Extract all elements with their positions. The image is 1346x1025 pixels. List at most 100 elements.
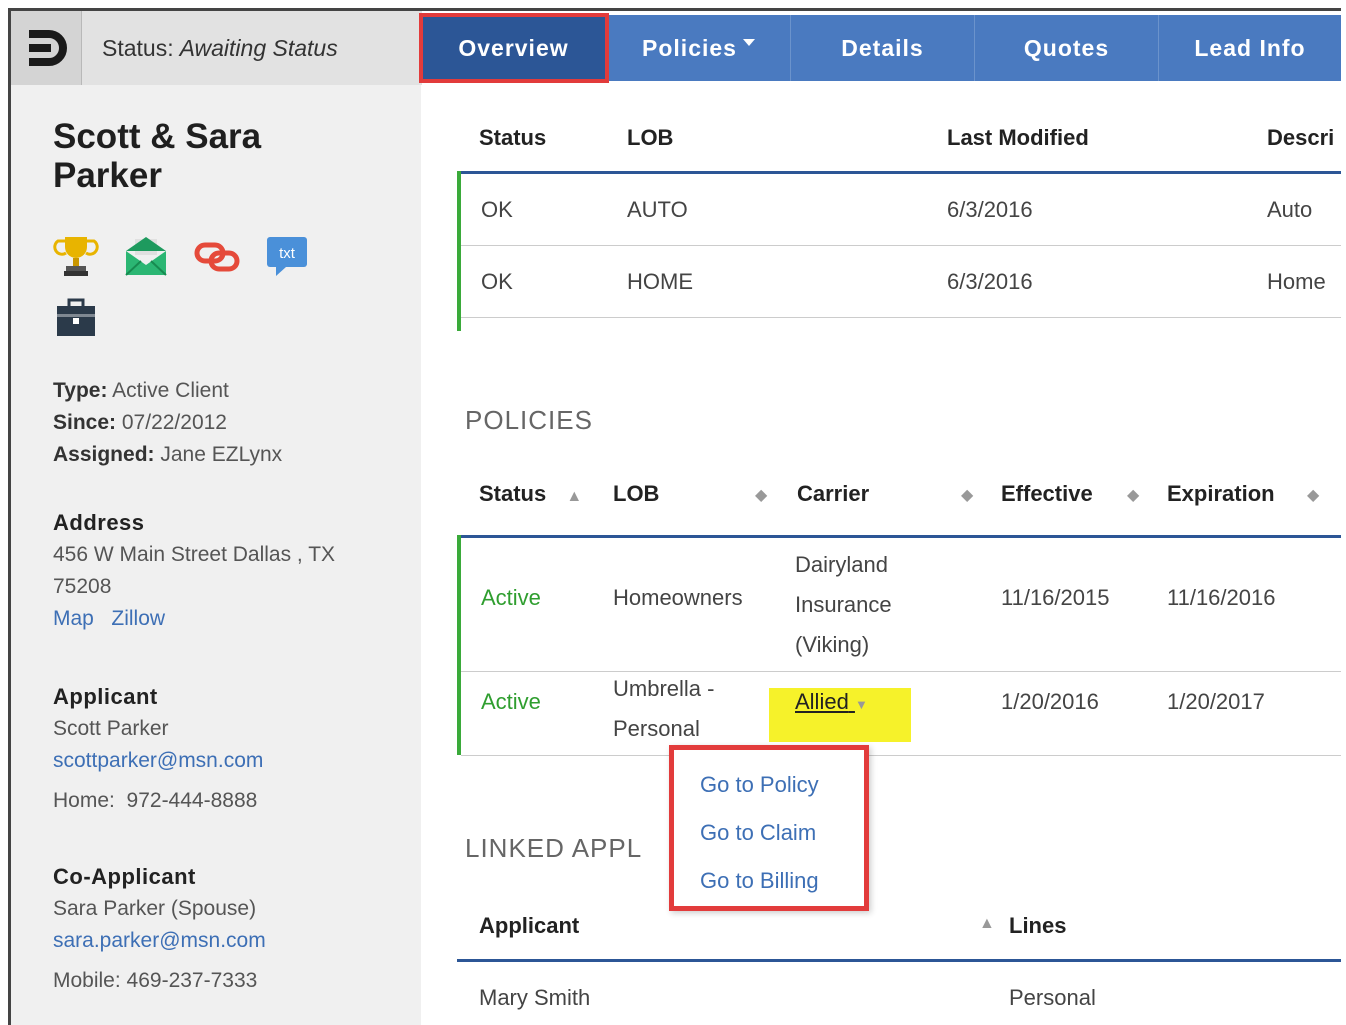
client-sidebar: Scott & Sara Parker txt Type: Active Cli…	[11, 85, 421, 1025]
sort-asc-icon: ▲	[566, 488, 583, 505]
menu-item-go-to-billing[interactable]: Go to Billing	[700, 868, 819, 894]
policies-effective-header-label: Effective	[1001, 481, 1093, 506]
table-cell: OK	[481, 197, 513, 222]
briefcase-icon[interactable]	[53, 294, 99, 340]
carrier-line: Insurance	[795, 592, 892, 617]
policy-status: Active	[481, 585, 541, 610]
top-bar: Status: Awaiting Status Overview Policie…	[11, 11, 1341, 85]
row-indicator	[457, 171, 461, 331]
assigned-value: Jane EZLynx	[160, 443, 283, 466]
trophy-icon[interactable]	[53, 233, 99, 279]
carrier-line: (Viking)	[795, 632, 870, 657]
carrier-line: Dairyland	[795, 552, 888, 577]
sort-icon[interactable]: ◆	[1307, 485, 1319, 505]
table-cell: Auto	[1267, 197, 1313, 222]
carrier-action-menu: Go to Policy Go to Claim Go to Billing	[669, 745, 869, 911]
linked-lines-header[interactable]: Lines	[1009, 913, 1066, 939]
carrier-dropdown-allied[interactable]: Allied ▼	[795, 689, 868, 715]
app-frame: Status: Awaiting Status Overview Policie…	[8, 8, 1341, 1025]
coapplicant-phone-label: Mobile:	[53, 969, 121, 992]
txt-icon[interactable]: txt	[264, 233, 310, 279]
policies-expiration-header-label: Expiration	[1167, 481, 1275, 506]
since-label: Since:	[53, 411, 117, 434]
type-label: Type:	[53, 379, 108, 402]
sort-icon[interactable]: ◆	[755, 485, 767, 505]
type-value: Active Client	[112, 379, 229, 402]
back-arrow-icon	[29, 30, 67, 66]
policies-status-header[interactable]: Status ▲	[479, 481, 582, 507]
tab-lead-info[interactable]: Lead Info	[1159, 15, 1341, 81]
link-icon[interactable]	[194, 233, 240, 279]
policies-carrier-header-label: Carrier	[797, 481, 870, 506]
address-line1: 456 W Main Street Dallas , TX	[53, 543, 336, 566]
client-action-icons: txt	[53, 233, 333, 355]
applicant-phone-label: Home:	[53, 789, 115, 812]
txt-icon-label: txt	[279, 245, 296, 262]
lob-line: Umbrella -	[613, 676, 715, 701]
policies-effective-header[interactable]: Effective	[1001, 481, 1093, 507]
lob-line: Personal	[613, 716, 700, 741]
policy-lob: Umbrella - Personal	[613, 669, 714, 749]
coapplicant-name: Sara Parker (Spouse)	[53, 897, 257, 920]
last-modified-col-header[interactable]: Last Modified	[947, 125, 1089, 151]
tab-policies[interactable]: Policies	[607, 15, 791, 81]
policies-carrier-header[interactable]: Carrier	[797, 481, 869, 507]
back-button[interactable]	[11, 11, 82, 85]
client-meta: Type: Active Client Since: 07/22/2012 As…	[53, 375, 282, 471]
applicant-email-link[interactable]: scottparker@msn.com	[53, 745, 263, 777]
row-divider	[461, 671, 1341, 672]
row-divider	[461, 317, 1341, 318]
table-cell: Home	[1267, 269, 1326, 294]
linked-lines-value: Personal	[1009, 985, 1096, 1010]
sort-icon[interactable]: ◆	[961, 485, 973, 505]
map-link[interactable]: Map	[53, 607, 94, 630]
row-divider	[461, 245, 1341, 246]
applicant-phone: 972-444-8888	[126, 789, 258, 812]
zillow-link[interactable]: Zillow	[111, 607, 165, 630]
main-content: Status LOB Last Modified Descri OK AUTO …	[421, 85, 1341, 1025]
tab-quotes[interactable]: Quotes	[975, 15, 1159, 81]
table-cell: AUTO	[627, 197, 688, 222]
carrier-link-dairyland[interactable]: Dairyland Insurance (Viking)	[795, 545, 892, 665]
coapplicant-heading: Co-Applicant	[53, 864, 196, 889]
table-cell: OK	[481, 269, 513, 294]
linked-applicant-link[interactable]: Mary Smith	[479, 985, 590, 1011]
caret-down-icon	[742, 38, 755, 46]
header-divider	[457, 171, 1341, 174]
client-name-line2: Parker	[53, 156, 162, 195]
description-col-header[interactable]: Descri	[1267, 125, 1334, 151]
tab-details[interactable]: Details	[791, 15, 975, 81]
tab-details-label: Details	[841, 34, 924, 61]
coapplicant-email-link[interactable]: sara.parker@msn.com	[53, 925, 266, 957]
coapplicant-section: Co-Applicant Sara Parker (Spouse) sara.p…	[53, 861, 266, 997]
policy-expiration: 11/16/2016	[1167, 585, 1276, 610]
assigned-label: Assigned:	[53, 443, 155, 466]
applicant-section: Applicant Scott Parker scottparker@msn.c…	[53, 681, 263, 817]
tab-overview[interactable]: Overview	[419, 13, 609, 83]
tab-overview-label: Overview	[458, 34, 569, 61]
policy-effective: 11/16/2015	[1001, 585, 1110, 610]
policies-lob-header-label: LOB	[613, 481, 660, 506]
table-cell: 6/3/2016	[947, 269, 1033, 294]
carrier-allied-label: Allied	[795, 689, 849, 714]
status-col-header[interactable]: Status	[479, 125, 546, 151]
mail-icon[interactable]	[123, 233, 169, 279]
policies-section-title: POLICIES	[465, 405, 593, 435]
sort-asc-icon[interactable]: ▲	[979, 915, 995, 933]
policy-status: Active	[481, 689, 541, 714]
applicant-name: Scott Parker	[53, 717, 169, 740]
policies-lob-header[interactable]: LOB	[613, 481, 659, 507]
sort-icon[interactable]: ◆	[1127, 485, 1139, 505]
menu-item-go-to-claim[interactable]: Go to Claim	[700, 820, 816, 846]
status-label: Status:	[102, 34, 174, 61]
header-divider	[457, 959, 1341, 962]
client-name-line1: Scott & Sara	[53, 117, 262, 156]
policy-lob: Homeowners	[613, 585, 743, 610]
address-heading: Address	[53, 510, 145, 535]
linked-applicant-header[interactable]: Applicant	[479, 913, 579, 939]
policies-expiration-header[interactable]: Expiration	[1167, 481, 1275, 507]
client-name: Scott & Sara Parker	[53, 117, 353, 195]
menu-item-go-to-policy[interactable]: Go to Policy	[700, 772, 819, 798]
lob-col-header[interactable]: LOB	[627, 125, 673, 151]
row-indicator	[457, 535, 461, 755]
